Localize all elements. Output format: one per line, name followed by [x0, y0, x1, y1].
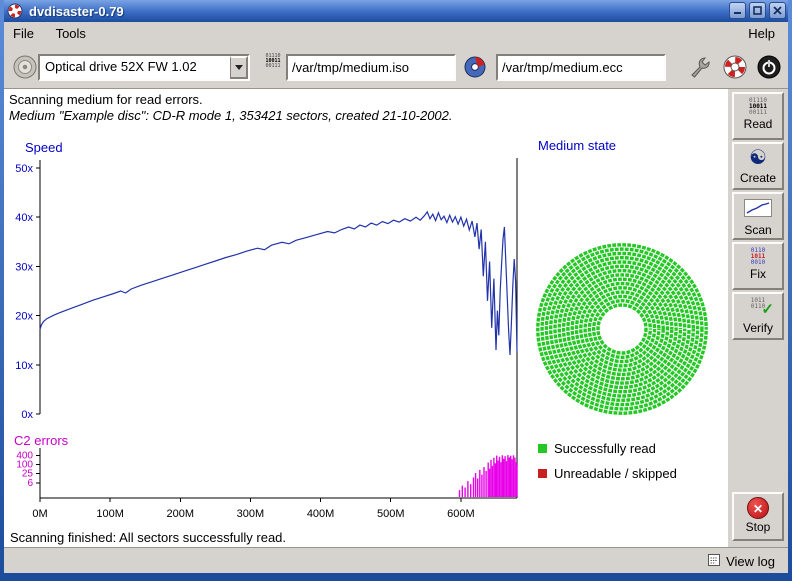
view-log-label: View log	[726, 554, 775, 569]
maximize-button[interactable]	[749, 2, 766, 19]
chevron-down-icon[interactable]	[230, 56, 248, 79]
svg-text:30x: 30x	[15, 261, 33, 273]
stop-button-label: Stop	[734, 520, 782, 534]
legend-red-swatch	[538, 469, 547, 478]
legend-unreadable: Unreadable / skipped	[538, 466, 677, 481]
svg-text:100M: 100M	[96, 508, 124, 520]
create-button-label: Create	[734, 171, 782, 185]
stop-button[interactable]: ✕ Stop	[732, 492, 784, 541]
stop-icon: ✕	[747, 497, 769, 519]
binary-read-icon: 01110 10011 00111	[734, 98, 782, 116]
drawing-area: Scanning medium for read errors. Medium …	[4, 89, 728, 547]
drive-selector[interactable]: Optical drive 52X FW 1.02	[38, 54, 250, 81]
checkmark-icon: ✓	[761, 300, 774, 318]
svg-text:6: 6	[27, 478, 33, 489]
titlebar[interactable]: dvdisaster-0.79	[4, 0, 788, 22]
optical-drive-icon	[12, 54, 38, 85]
legend-ok-label: Successfully read	[554, 441, 656, 456]
wrench-icon	[688, 54, 714, 80]
finished-status: Scanning finished: All sectors successfu…	[10, 530, 286, 545]
svg-text:40x: 40x	[15, 212, 33, 224]
svg-text:600M: 600M	[447, 508, 475, 520]
svg-text:300M: 300M	[237, 508, 265, 520]
icon-row: 0010	[734, 260, 782, 266]
help-button[interactable]	[720, 52, 750, 82]
read-button[interactable]: 01110 10011 00111 Read	[732, 92, 784, 140]
window: dvdisaster-0.79 File Tools Help Optical …	[0, 0, 792, 581]
log-icon	[708, 554, 720, 569]
create-button[interactable]: ☯ Create	[732, 142, 784, 190]
preferences-button[interactable]	[686, 52, 716, 82]
svg-text:500M: 500M	[377, 508, 405, 520]
svg-text:400M: 400M	[307, 508, 335, 520]
lifesaver-icon	[722, 54, 748, 80]
svg-text:20x: 20x	[15, 311, 33, 323]
ecc-path-input[interactable]	[496, 54, 666, 81]
close-button[interactable]	[769, 2, 786, 19]
window-title: dvdisaster-0.79	[29, 4, 124, 19]
c2-error-bars	[460, 455, 518, 497]
verify-button-label: Verify	[734, 321, 782, 335]
menubar: File Tools Help	[4, 22, 788, 46]
view-log-button[interactable]: View log	[703, 551, 780, 571]
fix-button[interactable]: 0110 1011 0010 Fix	[732, 242, 784, 290]
chart-axes: 50x40x30x20x10x0x4001002560M100M200M300M…	[15, 160, 517, 520]
legend-green-swatch	[538, 444, 547, 453]
drive-selector-value: Optical drive 52X FW 1.02	[45, 59, 197, 74]
svg-text:0x: 0x	[21, 409, 33, 421]
menu-tools[interactable]: Tools	[47, 22, 95, 44]
read-button-label: Read	[734, 117, 782, 131]
speed-curve	[40, 212, 517, 355]
mini-chart-icon	[734, 199, 782, 222]
menu-help[interactable]: Help	[739, 22, 784, 44]
binary-verify-icon: 1011 0110	[734, 298, 782, 310]
icon-row: 0110	[734, 304, 782, 310]
speed-chart-label: Speed	[25, 140, 63, 155]
fix-button-label: Fix	[734, 267, 782, 281]
scan-button[interactable]: Scan	[732, 192, 784, 240]
action-sidebar: 01110 10011 00111 Read ☯ Create Scan	[728, 89, 788, 547]
speed-c2-chart: 50x40x30x20x10x0x4001002560M100M200M300M…	[4, 130, 548, 530]
legend-successfully-read: Successfully read	[538, 441, 656, 456]
yin-yang-icon: ☯	[734, 146, 782, 170]
toolbar: Optical drive 52X FW 1.02 01110 10011 00…	[4, 46, 788, 89]
status-line-1: Scanning medium for read errors.	[9, 92, 203, 107]
statusbar: View log	[4, 547, 788, 573]
medium-state-disc	[534, 241, 710, 417]
status-line-2: Medium "Example disc": CD-R mode 1, 3534…	[9, 108, 453, 123]
legend-bad-label: Unreadable / skipped	[554, 466, 677, 481]
svg-text:200M: 200M	[167, 508, 195, 520]
svg-text:50x: 50x	[15, 163, 33, 175]
ecc-file-icon	[462, 54, 488, 80]
binary-fix-icon: 0110 1011 0010	[734, 248, 782, 266]
icon-row: 00111	[260, 64, 286, 69]
icon-row: 00111	[734, 110, 782, 116]
svg-text:0M: 0M	[32, 508, 47, 520]
svg-text:10x: 10x	[15, 360, 33, 372]
quit-button[interactable]	[754, 52, 784, 82]
app-lifesaver-icon	[7, 3, 23, 19]
power-icon	[756, 54, 782, 80]
c2-errors-label: C2 errors	[14, 433, 68, 448]
scan-button-label: Scan	[734, 223, 782, 237]
iso-image-icon: 01110 10011 00111	[260, 54, 286, 69]
minimize-button[interactable]	[729, 2, 746, 19]
medium-state-label: Medium state	[538, 138, 616, 153]
iso-path-input[interactable]	[286, 54, 456, 81]
verify-button[interactable]: 1011 0110 ✓ Verify	[732, 292, 784, 340]
menu-file[interactable]: File	[4, 22, 43, 44]
